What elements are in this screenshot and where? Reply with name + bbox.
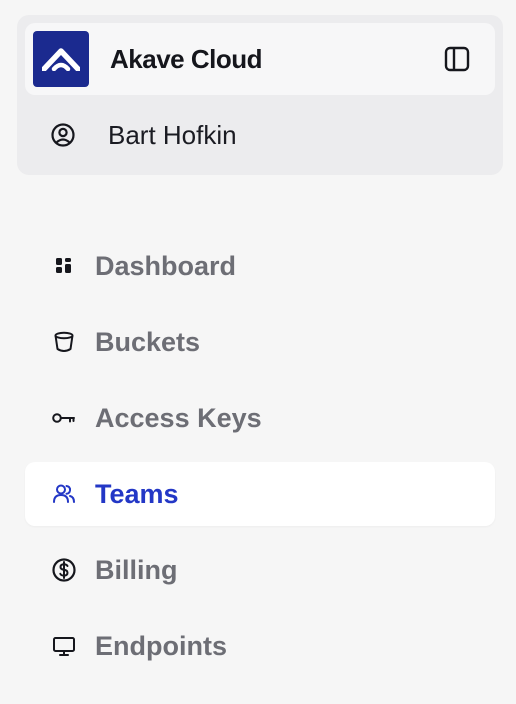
logo-mark-icon [42, 48, 80, 71]
key-icon [50, 404, 78, 432]
sidebar-item-billing[interactable]: Billing [25, 538, 495, 602]
monitor-icon [50, 632, 78, 660]
brand-row[interactable]: Akave Cloud [25, 23, 495, 95]
sidebar-item-label: Buckets [95, 326, 201, 357]
users-icon [50, 480, 78, 508]
sidebar-panel-icon [444, 46, 470, 72]
sidebar-item-endpoints[interactable]: Endpoints [25, 614, 495, 678]
sidebar-item-label: Billing [95, 554, 178, 585]
workspace-card: Akave Cloud Bart Hofkin [17, 15, 503, 175]
sidebar-toggle-button[interactable] [443, 45, 471, 73]
user-account-row[interactable]: Bart Hofkin [25, 103, 495, 167]
sidebar-item-label: Endpoints [95, 630, 227, 661]
user-name: Bart Hofkin [108, 119, 237, 150]
sidebar-item-buckets[interactable]: Buckets [25, 310, 495, 374]
sidebar-item-dashboard[interactable]: Dashboard [25, 234, 495, 298]
bucket-icon [50, 328, 78, 356]
sidebar-item-label: Dashboard [95, 250, 237, 281]
sidebar-item-label: Access Keys [95, 402, 262, 433]
akave-logo [33, 31, 89, 87]
brand-name: Akave Cloud [110, 43, 263, 74]
user-circle-icon [49, 121, 77, 149]
sidebar-nav: Dashboard Buckets Access Keys Teams Bill… [25, 234, 495, 690]
dollar-circle-icon [50, 556, 78, 584]
dashboard-icon [50, 252, 78, 280]
sidebar-item-teams[interactable]: Teams [25, 462, 495, 526]
sidebar-item-label: Teams [95, 478, 179, 509]
sidebar-item-access-keys[interactable]: Access Keys [25, 386, 495, 450]
